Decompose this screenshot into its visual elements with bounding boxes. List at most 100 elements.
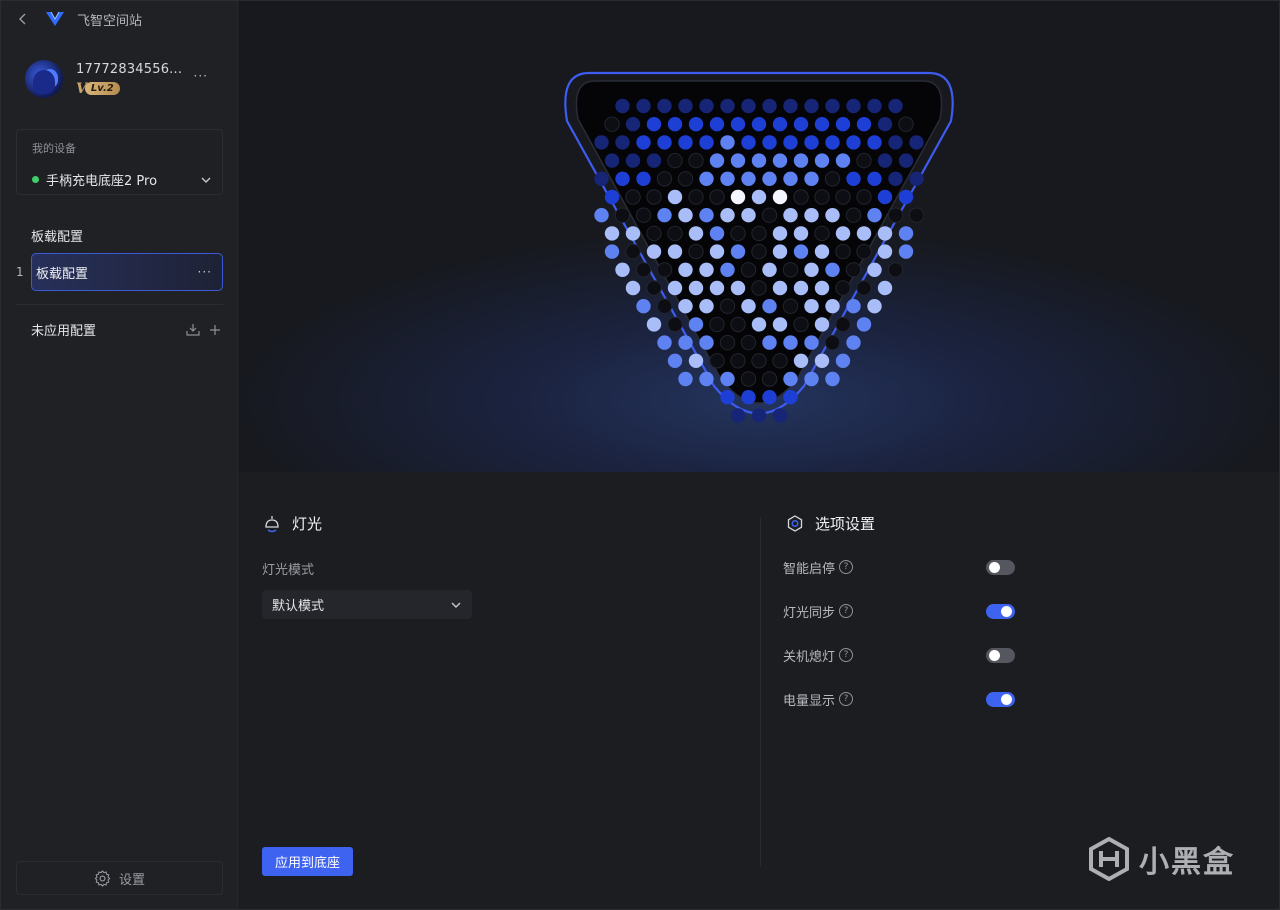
led-dot [657,98,672,114]
led-dot [825,299,840,314]
led-dot [625,189,641,205]
led-dot [762,135,777,150]
help-icon[interactable]: ? [839,604,854,618]
avatar[interactable] [25,60,63,98]
add-icon[interactable] [207,322,223,338]
led-dot [835,189,851,205]
smart-start-stop-toggle[interactable] [986,559,1015,575]
led-dot [877,244,893,259]
led-dot [720,98,735,114]
led-dot [846,135,861,150]
profile-item[interactable]: 板载配置 ··· [31,253,223,291]
led-dot [814,117,830,132]
led-dot [667,316,683,333]
watermark-text: 小黑盒 [1139,845,1235,880]
help-icon[interactable]: ? [839,560,854,574]
led-dot [709,226,725,241]
led-dot [898,189,914,205]
chevron-down-icon [201,177,211,183]
led-dot [804,171,819,186]
app-title: 飞智空间站 [77,13,143,29]
help-icon[interactable]: ? [839,692,854,706]
led-dot [825,208,840,223]
back-icon[interactable] [13,9,33,29]
led-dot [761,371,778,387]
option-label: 电量显示 [783,693,836,709]
led-dot [646,189,662,205]
led-dot [835,316,851,333]
led-dot [688,117,704,132]
help-icon[interactable]: ? [839,648,854,662]
led-dot [751,153,767,168]
led-dot [814,353,830,368]
device-select[interactable]: 手柄充电底座2 Pro [32,170,212,189]
unapplied-profiles-header: 未应用配置 [31,320,223,339]
light-mode-label: 灯光模式 [262,563,315,578]
onboard-profiles-title: 板载配置 [31,230,84,245]
led-dot [688,243,704,260]
level-badge: V Lv.2 [76,81,120,97]
led-dot [856,189,872,205]
xiaoheihe-logo-icon [1089,837,1129,881]
led-dot [877,189,893,205]
led-dot [678,135,693,150]
panel-divider [760,517,761,867]
light-mode-value: 默认模式 [272,599,325,614]
led-dot [804,299,819,314]
led-dot [741,208,756,223]
led-dot [835,153,851,168]
led-dot [730,153,746,168]
led-dot [678,208,693,223]
led-dot [677,171,694,187]
led-dot [835,243,851,260]
apply-to-base-button[interactable]: 应用到底座 [262,847,353,876]
led-dot [845,262,862,278]
battery-display-toggle[interactable] [986,691,1015,707]
import-icon[interactable] [185,322,201,338]
led-dot [604,116,620,132]
led-dot [835,353,851,368]
settings-button[interactable]: 设置 [16,861,223,895]
device-name: 手柄充电底座2 Pro [46,174,158,189]
led-dot [656,262,673,278]
led-dot [615,262,630,277]
led-dot [772,408,788,423]
led-dot [845,207,862,223]
light-mode-select[interactable]: 默认模式 [262,590,472,619]
led-dot [719,298,736,314]
led-dot [741,390,756,405]
lamp-icon [265,515,279,532]
led-dot [782,298,799,314]
option-label: 智能启停 [783,561,836,577]
power-off-light-toggle[interactable] [986,647,1015,663]
profile-more-button[interactable]: ··· [198,265,212,279]
led-dot [667,189,683,205]
led-dot [783,171,798,186]
light-sync-toggle[interactable] [986,603,1015,619]
led-dot [804,208,819,223]
led-dot [678,98,693,114]
led-dot [783,335,798,350]
led-dot [835,280,851,296]
titlebar-left: 飞智空间站 [13,7,142,31]
led-dot [709,153,725,168]
led-dot [772,244,788,259]
led-dot [908,207,925,223]
led-dot [898,116,914,132]
led-dot [751,317,767,332]
led-dot [604,153,620,168]
led-dot [741,171,756,186]
led-dot [772,317,788,332]
led-dot [636,98,651,114]
led-dot [772,189,788,205]
led-dot [667,225,683,242]
led-dot [846,335,861,350]
led-dot [804,371,819,387]
profile-item-label: 板载配置 [36,266,89,282]
led-dot [856,152,872,169]
led-dot [625,243,641,260]
led-dot [667,353,683,368]
profile-more-button[interactable]: ··· [194,69,208,83]
led-dot [688,189,704,205]
led-dot [846,299,861,314]
